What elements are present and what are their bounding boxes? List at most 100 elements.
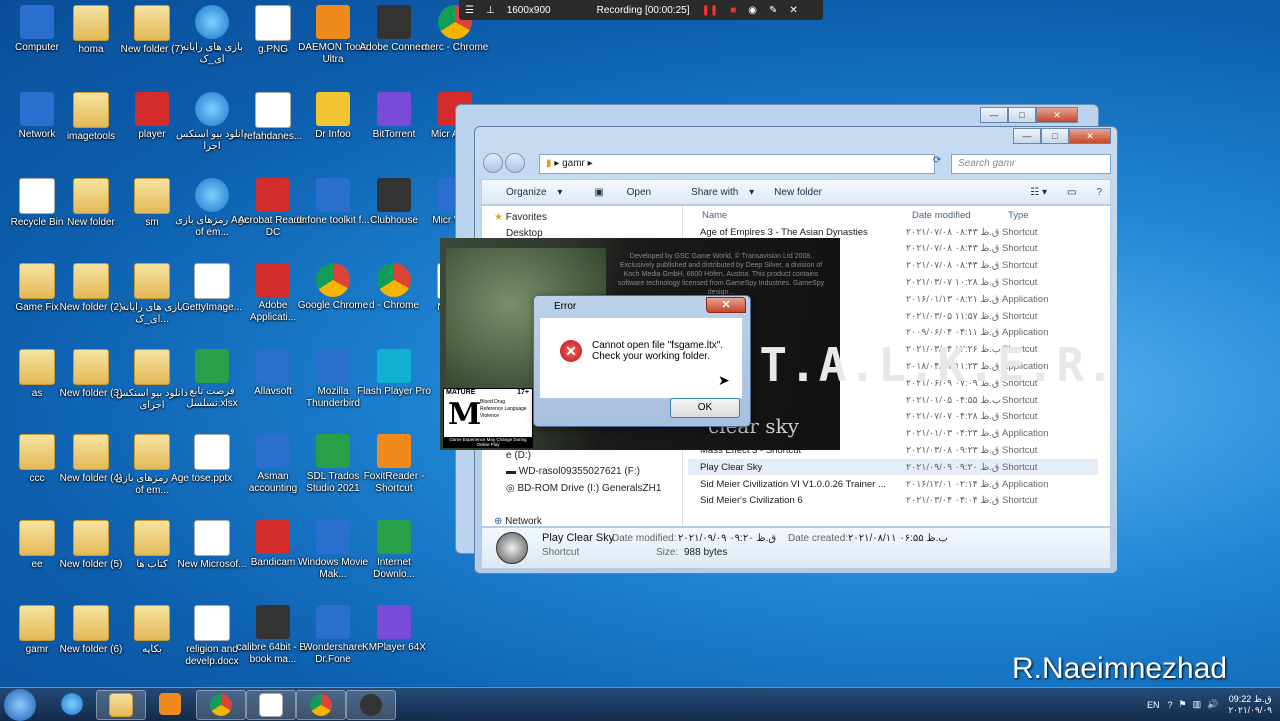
file-row[interactable]: Sid Meier Civilization VI V1.0.0.26 Trai…	[688, 476, 1098, 492]
language-indicator[interactable]: EN	[1147, 700, 1160, 710]
taskbar-explorer[interactable]	[96, 690, 146, 720]
rating-letter: M	[448, 397, 482, 432]
file-type: Application	[1002, 428, 1049, 440]
error-message: Cannot open file "fsgame.ltx". Check you…	[592, 340, 724, 362]
folder-icon	[134, 434, 170, 470]
folder-icon	[73, 178, 109, 214]
close-button[interactable]: ✕	[706, 297, 746, 313]
taskbar-snipping[interactable]	[246, 690, 296, 720]
maximize-button[interactable]: □	[1008, 107, 1036, 123]
desktop-icon[interactable]: FoxitReader - Shortcut	[357, 434, 431, 495]
path-segment[interactable]: gamr	[562, 158, 585, 169]
organize-button[interactable]: Organize ▾	[494, 187, 562, 198]
menu-icon[interactable]: ☰	[465, 5, 474, 16]
desktop-icon[interactable]: Flash Player Pro	[357, 349, 431, 398]
folder-icon	[19, 349, 55, 385]
taskbar-ie[interactable]	[48, 690, 96, 718]
file-date: ۲۰۲۱/۰۷/۰۸ ۰۸:۴۳ ق.ظ	[906, 226, 1000, 238]
nav-drive-i[interactable]: ◎ BD-ROM Drive (I:) GeneralsZH1	[506, 483, 661, 494]
refresh-icon[interactable]: ⟳	[933, 155, 941, 166]
system-tray: EN ? ⚑ ▥ 🔊 09:22 ق.ظ ۲۰۲۱/۰۹/۰۹	[1147, 688, 1272, 721]
preview-pane-icon[interactable]: ▭	[1067, 187, 1076, 198]
stop-icon[interactable]: ■	[730, 5, 736, 16]
help-icon[interactable]: ?	[1096, 187, 1102, 198]
view-options-icon[interactable]: ☷ ▾	[1030, 187, 1047, 198]
open-button[interactable]: ▣ Open	[582, 187, 659, 198]
error-dialog[interactable]: Error ✕ ✕ Cannot open file "fsgame.ltx".…	[533, 295, 751, 427]
word-icon	[194, 605, 230, 641]
drfone-icon	[316, 178, 350, 212]
nav-network[interactable]: ⊕ Network	[494, 516, 542, 526]
maximize-button[interactable]: □	[1041, 128, 1069, 144]
computer-icon	[20, 5, 54, 39]
file-row[interactable]: Play Clear Sky ۲۰۲۱/۰۹/۰۹ ۰۹:۲۰ ق.ظ Shortc…	[688, 459, 1098, 476]
file-type: Application	[1002, 478, 1049, 490]
forward-button[interactable]	[505, 153, 525, 173]
allavsoft-icon	[256, 349, 290, 383]
recording-toolbar: ☰ ⊥ 1600x900 Recording [00:00:25] ❚❚ ■ ◉…	[459, 0, 823, 20]
folder-icon: ▮	[546, 158, 552, 169]
taskbar-chrome-2[interactable]	[296, 690, 346, 720]
details-size-label: Size:	[656, 547, 679, 558]
nav-drive-d[interactable]: e (D:)	[506, 450, 531, 461]
column-date[interactable]: Date modified	[912, 210, 971, 221]
kmplayer-icon	[377, 605, 411, 639]
file-type: Shortcut	[1002, 226, 1038, 238]
acrobat-icon	[256, 178, 290, 212]
file-date: ۲۰۱۶/۰۱/۱۳ ۰۸:۲۱ ق.ظ	[906, 293, 1000, 305]
details-created: ۲۰۲۱/۰۸/۱۱ ب.ظ ۰۶:۵۵	[848, 533, 948, 544]
folder-icon	[73, 92, 109, 128]
nav-favorites[interactable]: ★ Favorites	[494, 212, 547, 223]
volume-icon[interactable]: 🔊	[1207, 699, 1218, 710]
close-button[interactable]: ✕	[1036, 107, 1078, 123]
share-with-button[interactable]: Share with ▾	[679, 187, 754, 198]
pin-icon[interactable]: ⊥	[486, 5, 495, 16]
desktop-icon[interactable]: Internet Downlo...	[357, 520, 431, 581]
network-icon	[20, 92, 54, 126]
file-date: ۲۰۲۱/۰۳/۰۸ ۰۹:۲۳ ق.ظ	[906, 444, 1000, 456]
file-date: ۲۰۱۶/۱۲/۰۱ ۰۲:۱۴ ق.ظ	[906, 478, 1000, 490]
folder-icon	[134, 5, 170, 41]
nav-drive-f[interactable]: ▬ WD-rasol09355027621 (F:)	[506, 466, 640, 477]
snipping-tool-icon	[259, 693, 283, 717]
column-type[interactable]: Type	[1008, 210, 1029, 221]
folder-icon	[109, 693, 133, 717]
column-name[interactable]: Name	[702, 210, 727, 221]
flag-icon[interactable]: ⚑	[1179, 699, 1187, 710]
file-row[interactable]: Sid Meier's Civilization 6 ۲۰۲۱/۰۳/۰۴ ۰۴:…	[688, 493, 1098, 509]
close-button[interactable]: ✕	[1069, 128, 1111, 144]
pause-icon[interactable]: ❚❚	[701, 5, 718, 16]
new-folder-button[interactable]: New folder	[774, 187, 822, 198]
address-input[interactable]: ▮ ▸ gamr ▸	[539, 154, 935, 174]
adobe-icon	[256, 263, 290, 297]
calibre-icon	[256, 605, 290, 639]
folder-icon	[19, 263, 55, 299]
start-button[interactable]	[4, 689, 36, 721]
rating-footer: Game Experience May Change During Online…	[444, 437, 532, 447]
folder-icon	[19, 520, 55, 556]
close-icon[interactable]: ✕	[789, 5, 797, 16]
minimize-button[interactable]: —	[1013, 128, 1041, 144]
taskbar-stalker[interactable]	[346, 690, 396, 720]
ok-button[interactable]: OK	[670, 398, 740, 418]
clubhouse-icon	[377, 178, 411, 212]
taskbar-chrome[interactable]	[196, 690, 246, 720]
file-icon	[255, 92, 291, 128]
desktop-icon[interactable]: KMPlayer 64X	[357, 605, 431, 654]
clock[interactable]: 09:22 ق.ظ ۲۰۲۱/۰۹/۰۹	[1228, 694, 1272, 716]
minimize-button[interactable]: —	[980, 107, 1008, 123]
file-name: Age of Empires 3 - The Asian Dynasties	[700, 226, 868, 238]
foxit-icon	[377, 434, 411, 468]
back-button[interactable]	[483, 153, 503, 173]
search-input[interactable]: Search gamr	[951, 154, 1111, 174]
taskbar-media-player[interactable]	[146, 690, 194, 718]
radiation-icon	[360, 694, 382, 716]
clock-time: 09:22 ق.ظ	[1228, 693, 1272, 704]
pen-icon[interactable]: ✎	[769, 5, 777, 16]
desktop-icon-label: merc - Chrome	[421, 42, 489, 53]
camera-icon[interactable]: ◉	[748, 5, 757, 16]
network-tray-icon[interactable]: ▥	[1193, 699, 1202, 710]
help-icon[interactable]: ?	[1167, 700, 1172, 710]
file-type: Application	[1002, 327, 1049, 339]
disc-icon: ◎	[506, 483, 515, 494]
